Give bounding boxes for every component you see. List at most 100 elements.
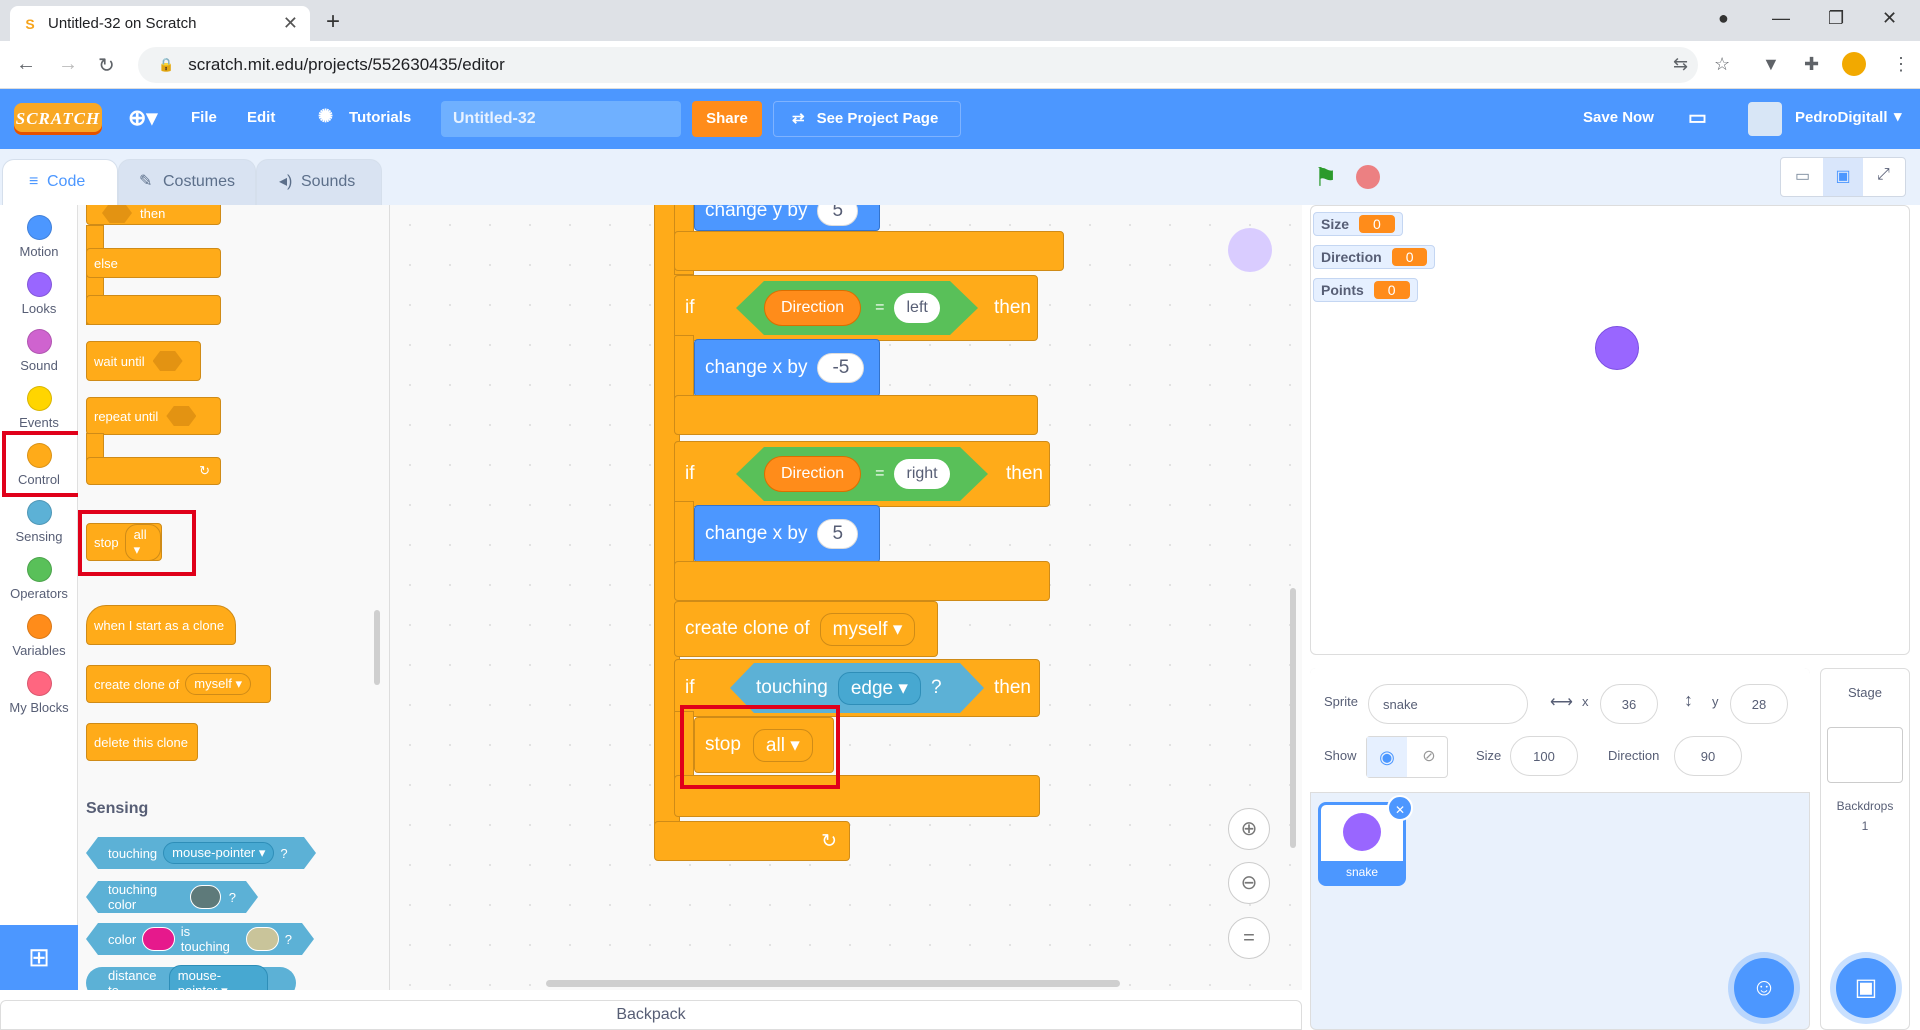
user-avatar[interactable]	[1748, 102, 1782, 136]
touching-block[interactable]: touching mouse-pointer ▾?	[86, 837, 316, 869]
minimize-icon[interactable]: —	[1772, 8, 1790, 29]
account-caret-icon[interactable]: ▾	[1894, 107, 1902, 125]
category-sensing[interactable]: Sensing	[0, 500, 78, 544]
touching-color-block[interactable]: touching color?	[86, 881, 258, 913]
fullscreen-icon[interactable]: ⤢	[1877, 166, 1890, 184]
translate-icon[interactable]: ⇆	[1673, 54, 1688, 75]
size-input[interactable]: 100	[1510, 736, 1578, 776]
clone-target-dropdown[interactable]: myself ▾	[819, 612, 916, 646]
zoom-reset-icon[interactable]: =	[1228, 917, 1270, 959]
forward-icon[interactable]: →	[58, 53, 78, 76]
backpack-bar[interactable]: Backpack	[0, 1000, 1302, 1030]
size-monitor[interactable]: Size 0	[1313, 212, 1403, 236]
close-window-icon[interactable]: ✕	[1882, 8, 1897, 29]
tutorials-menu[interactable]: Tutorials	[349, 109, 411, 126]
script-vscrollbar[interactable]	[1290, 588, 1296, 848]
when-start-as-clone-block[interactable]: when I start as a clone	[86, 605, 236, 645]
zoom-out-icon[interactable]: ⊖	[1228, 862, 1270, 904]
browser-tab[interactable]: S Untitled-32 on Scratch ✕	[10, 6, 310, 41]
change-y-input[interactable]: 5	[817, 205, 859, 226]
left-value-input[interactable]: left	[894, 293, 939, 323]
create-clone-block[interactable]: create clone of myself ▾	[86, 665, 271, 703]
show-eye-icon[interactable]: ◉	[1367, 737, 1407, 777]
direction-monitor[interactable]: Direction 0	[1313, 245, 1436, 269]
touching-target-dropdown[interactable]: edge ▾	[838, 672, 921, 705]
file-menu[interactable]: File	[191, 109, 217, 126]
add-extension-button[interactable]: ⊞	[0, 925, 78, 990]
create-clone-script-block[interactable]: create clone of myself ▾	[674, 601, 938, 657]
palette-scrollbar[interactable]	[374, 610, 380, 685]
distance-to-block[interactable]: distance to mouse-pointer ▾	[86, 964, 296, 990]
change-y-block[interactable]: change y by 5	[694, 205, 880, 231]
script-hscrollbar[interactable]	[546, 980, 1120, 987]
see-project-page-button[interactable]: ⇄ See Project Page	[773, 101, 961, 137]
category-variables[interactable]: Variables	[0, 614, 78, 658]
zoom-in-icon[interactable]: ⊕	[1228, 808, 1270, 850]
project-title-input[interactable]: Untitled-32	[441, 101, 681, 137]
choose-backdrop-button[interactable]: ▣	[1836, 958, 1896, 1018]
profile-menu-icon[interactable]: ●	[1718, 8, 1729, 29]
x-position-input[interactable]: 36	[1600, 684, 1658, 724]
script-area[interactable]: ↻ change y by 5 if Direction = left then …	[390, 205, 1302, 990]
browser-menu-icon[interactable]: ⋮	[1892, 54, 1910, 75]
sprite-thumbnail[interactable]: snake ✕	[1318, 795, 1413, 886]
extension-filter-icon[interactable]: ▼	[1762, 54, 1780, 75]
restore-icon[interactable]: ❐	[1828, 8, 1844, 29]
color-swatch-a[interactable]	[142, 927, 175, 951]
change-x-right-block[interactable]: change x by 5	[694, 505, 880, 563]
tab-sounds[interactable]: ◂) Sounds	[256, 159, 382, 205]
extensions-puzzle-icon[interactable]: ✚	[1804, 54, 1819, 75]
normal-stage-icon[interactable]: ▣	[1823, 158, 1863, 196]
points-monitor[interactable]: Points 0	[1313, 278, 1418, 302]
direction-variable[interactable]: Direction	[764, 290, 861, 326]
right-value-input[interactable]: right	[894, 459, 949, 489]
direction-input[interactable]: 90	[1674, 736, 1742, 776]
y-position-input[interactable]: 28	[1730, 684, 1788, 724]
repeat-until-block[interactable]: repeat until	[86, 397, 221, 435]
hide-eye-icon[interactable]: ⊘	[1409, 737, 1449, 777]
bookmark-star-icon[interactable]: ☆	[1714, 54, 1730, 75]
change-x-left-block[interactable]: change x by -5	[694, 339, 880, 397]
stage-thumbnail[interactable]	[1827, 727, 1903, 783]
color-swatch-b[interactable]	[246, 927, 279, 951]
change-x-left-input[interactable]: -5	[817, 353, 865, 383]
category-my-blocks[interactable]: My Blocks	[0, 671, 78, 715]
my-stuff-folder-icon[interactable]: ▭	[1688, 105, 1707, 130]
sprite-name-input[interactable]: snake	[1368, 684, 1528, 724]
save-now-button[interactable]: Save Now	[1583, 109, 1654, 126]
choose-sprite-button[interactable]: ☺	[1734, 958, 1794, 1018]
reload-icon[interactable]: ↻	[98, 53, 115, 78]
equals-operator-left[interactable]: Direction = left	[736, 281, 978, 335]
tab-costumes[interactable]: ✎ Costumes	[118, 159, 256, 205]
back-icon[interactable]: ←	[16, 53, 36, 76]
category-motion[interactable]: Motion	[0, 215, 78, 259]
url-field[interactable]: 🔒 scratch.mit.edu/projects/552630435/edi…	[138, 47, 1698, 83]
delete-sprite-icon[interactable]: ✕	[1387, 795, 1413, 821]
equals-operator-right[interactable]: Direction = right	[736, 447, 988, 501]
clone-target-dropdown[interactable]: myself ▾	[185, 673, 251, 695]
category-events[interactable]: Events	[0, 386, 78, 430]
direction-variable[interactable]: Direction	[764, 456, 861, 492]
profile-avatar-icon[interactable]	[1842, 52, 1866, 76]
tab-code[interactable]: ≡ Code	[2, 159, 118, 205]
category-sound[interactable]: Sound	[0, 329, 78, 373]
wait-until-block[interactable]: wait until	[86, 341, 201, 381]
color-touching-color-block[interactable]: color is touching?	[86, 923, 314, 955]
language-globe-icon[interactable]: ⊕▾	[128, 105, 157, 131]
stage-canvas[interactable]	[1310, 205, 1910, 655]
close-tab-icon[interactable]: ✕	[283, 13, 298, 34]
distance-target-dropdown[interactable]: mouse-pointer ▾	[168, 964, 268, 990]
delete-clone-block[interactable]: delete this clone	[86, 723, 198, 761]
snake-sprite[interactable]	[1595, 326, 1639, 370]
username-menu[interactable]: PedroDigitall	[1795, 109, 1888, 126]
color-swatch[interactable]	[190, 885, 221, 909]
change-x-right-input[interactable]: 5	[817, 519, 859, 549]
small-stage-icon[interactable]: ▭	[1795, 166, 1810, 186]
scratch-logo[interactable]: SCRATCH	[14, 103, 102, 135]
share-button[interactable]: Share	[692, 101, 762, 137]
new-tab-icon[interactable]: +	[326, 8, 340, 36]
stop-sign-icon[interactable]	[1356, 165, 1380, 189]
touching-target-dropdown[interactable]: mouse-pointer ▾	[163, 842, 274, 864]
edit-menu[interactable]: Edit	[247, 109, 275, 126]
category-looks[interactable]: Looks	[0, 272, 78, 316]
